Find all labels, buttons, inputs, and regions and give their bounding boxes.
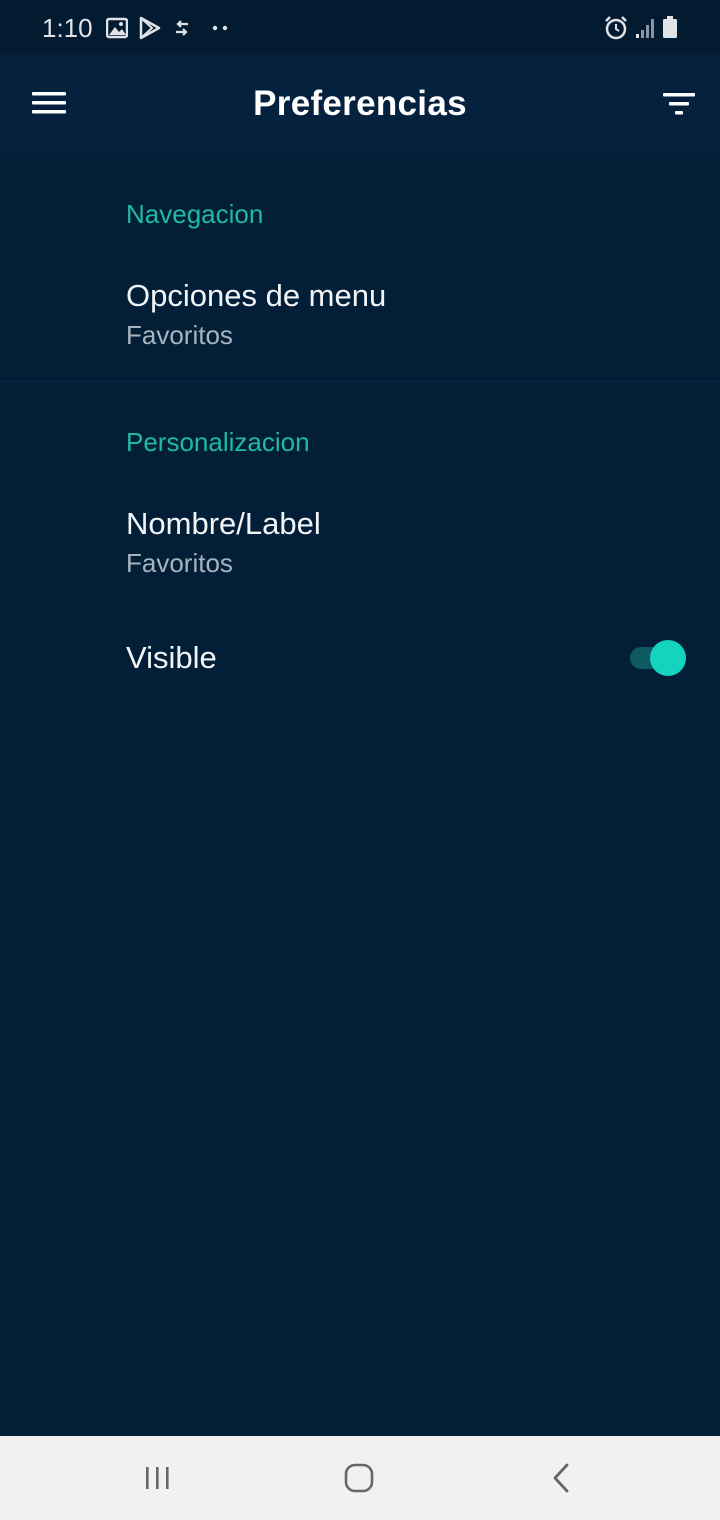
gallery-icon <box>106 17 128 39</box>
preferences-screen: 1:10 Preferencias Navegacion Opciones de… <box>0 0 720 1520</box>
play-store-icon <box>139 16 161 40</box>
pref-item-summary: Favoritos <box>126 320 233 350</box>
section-divider <box>0 381 720 382</box>
pref-item-title: Opciones de menu <box>126 278 387 313</box>
status-bar: 1:10 <box>0 0 720 55</box>
more-notifications-icon <box>212 25 228 31</box>
data-transfer-icon <box>176 20 188 36</box>
visible-toggle[interactable] <box>628 638 688 678</box>
battery-icon <box>663 16 677 38</box>
pref-item-opciones-de-menu[interactable]: Opciones de menu Favoritos <box>0 260 720 380</box>
recent-apps-icon <box>146 1467 169 1489</box>
section-header-navegacion: Navegacion <box>126 199 264 229</box>
home-button[interactable] <box>329 1456 389 1500</box>
pref-item-summary: Favoritos <box>126 548 233 578</box>
back-icon <box>553 1463 569 1493</box>
pref-item-title: Visible <box>126 640 217 675</box>
system-nav-bar <box>0 1436 720 1520</box>
filter-icon <box>663 93 695 115</box>
filter-button[interactable] <box>656 79 702 127</box>
alarm-icon <box>605 16 627 40</box>
pref-item-visible[interactable]: Visible <box>0 618 720 698</box>
signal-icon <box>636 19 654 38</box>
status-time: 1:10 <box>42 13 93 43</box>
pref-item-nombre-label[interactable]: Nombre/Label Favoritos <box>0 488 720 596</box>
back-button[interactable] <box>530 1456 590 1500</box>
pref-item-title: Nombre/Label <box>126 506 321 541</box>
toggle-thumb <box>650 640 686 676</box>
section-header-personalizacion: Personalizacion <box>126 427 310 457</box>
recent-apps-button[interactable] <box>128 1456 188 1500</box>
page-title: Preferencias <box>253 84 467 123</box>
home-icon <box>344 1463 374 1493</box>
app-bar: Preferencias <box>0 55 720 153</box>
